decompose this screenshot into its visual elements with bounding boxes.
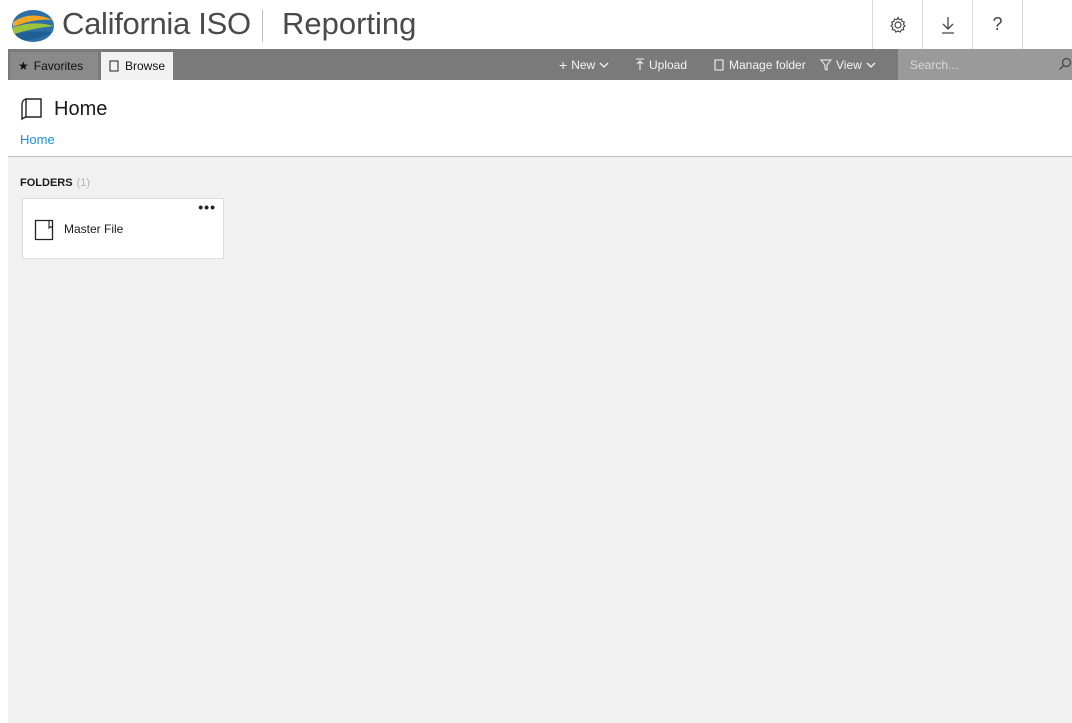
new-label: New: [571, 57, 596, 72]
tab-favorites-label: Favorites: [33, 59, 84, 73]
new-button[interactable]: + New: [559, 49, 609, 80]
more-options-icon[interactable]: •••: [198, 199, 216, 215]
folders-section-label: FOLDERS (1): [20, 177, 90, 189]
california-iso-logo-icon[interactable]: [10, 6, 56, 44]
upload-icon: [636, 58, 644, 70]
folder-icon: [34, 219, 54, 241]
search-icon[interactable]: [1058, 57, 1072, 71]
tab-favorites[interactable]: ★ Favorites: [10, 52, 98, 80]
app-name: Reporting: [282, 6, 417, 41]
tab-browse[interactable]: Browse: [101, 52, 173, 80]
folders-heading: FOLDERS: [20, 177, 73, 189]
manage-folder-label: Manage folder: [729, 57, 806, 72]
chevron-down-icon: [599, 62, 609, 68]
breadcrumb-home[interactable]: Home: [20, 132, 55, 147]
toolbar: ★ Favorites Browse + New Upload Manage f…: [8, 49, 1072, 80]
download-button[interactable]: [922, 0, 973, 49]
manage-folder-button[interactable]: Manage folder: [714, 49, 806, 80]
filter-icon: [820, 59, 832, 71]
upload-label: Upload: [649, 57, 688, 72]
download-icon: [942, 16, 954, 34]
chevron-down-icon: [866, 62, 876, 68]
folder-card[interactable]: Master File •••: [22, 198, 224, 259]
page-title: Home: [54, 98, 108, 120]
content-area: FOLDERS (1) Master File •••: [8, 157, 1072, 723]
tab-browse-label: Browse: [124, 59, 165, 73]
home-folder-icon: [21, 98, 42, 121]
help-button[interactable]: ?: [972, 0, 1023, 49]
page-icon: [109, 60, 119, 72]
brand-divider: [262, 10, 263, 42]
gear-icon: [890, 15, 906, 33]
plus-icon: +: [559, 56, 568, 73]
brand-name: California ISO: [62, 6, 251, 41]
settings-button[interactable]: [872, 0, 923, 49]
folder-page-icon: [714, 58, 724, 71]
app-header: California ISO Reporting ?: [0, 0, 1072, 49]
folder-name: Master File: [64, 222, 124, 236]
page-header: Home Home: [8, 80, 1072, 157]
view-label: View: [836, 57, 862, 72]
upload-button[interactable]: Upload: [635, 49, 687, 80]
view-button[interactable]: View: [820, 49, 876, 80]
search-box: [898, 49, 1072, 80]
help-icon: ?: [992, 14, 1003, 34]
star-icon: ★: [18, 59, 29, 73]
search-input[interactable]: [898, 49, 1048, 80]
folders-count: (1): [76, 177, 91, 189]
